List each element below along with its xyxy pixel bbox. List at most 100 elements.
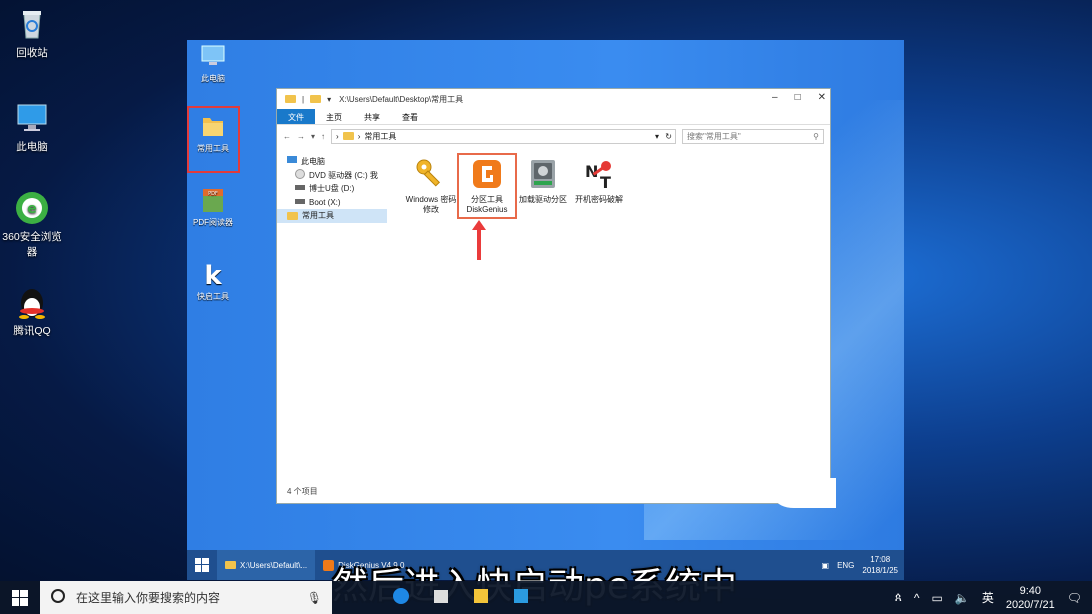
qq-icon xyxy=(14,284,50,320)
network-icon[interactable]: ▣ xyxy=(822,561,830,570)
file-item-label: 加载驱动分区 xyxy=(519,195,567,204)
search-placeholder: 搜索"常用工具" xyxy=(687,131,741,141)
ribbon-tabs: 文件 主页 共享 查看 xyxy=(277,109,830,125)
edge-icon[interactable] xyxy=(392,587,410,608)
nav-item-label: 此电脑 xyxy=(301,157,325,167)
vm-icon-k-tools[interactable]: k 快启工具 xyxy=(187,260,239,302)
nav-item-common-tools[interactable]: 常用工具 xyxy=(277,209,387,223)
taskbar-search-box[interactable]: 在这里输入你要搜索的内容 🎙 xyxy=(40,581,332,614)
host-icon-label: 回收站 xyxy=(16,47,48,59)
host-date: 2020/7/21 xyxy=(1005,598,1055,611)
pdf-icon: PDF xyxy=(199,186,227,214)
host-icon-recycle-bin[interactable]: 回收站 xyxy=(0,6,67,60)
host-system-tray: ጰ ^ ▭ 🔈 英 9:40 2020/7/21 🗨 xyxy=(895,584,1092,612)
host-icon-qq[interactable]: 腾讯QQ xyxy=(0,284,67,338)
tab-view[interactable]: 查看 xyxy=(391,109,429,124)
forward-arrow-icon[interactable]: → xyxy=(297,132,305,141)
vm-clock[interactable]: 17:08 2018/1/25 xyxy=(862,554,898,576)
tab-file[interactable]: 文件 xyxy=(277,109,315,124)
vm-icon-label: 此电脑 xyxy=(201,74,225,83)
diskgenius-icon xyxy=(469,155,505,193)
host-icon-360-browser[interactable]: e 360安全浏览器 xyxy=(0,190,67,259)
host-taskbar: 在这里输入你要搜索的内容 🎙 ጰ ^ ▭ 🔈 英 9:40 2020/7/21 … xyxy=(0,581,1092,614)
browser-360-icon: e xyxy=(14,190,50,226)
folder-icon xyxy=(199,112,227,140)
folder-icon[interactable] xyxy=(310,95,322,103)
tab-share[interactable]: 共享 xyxy=(353,109,391,124)
file-item-load-driver[interactable]: 加载驱动分区 xyxy=(515,155,571,217)
nav-item-this-pc[interactable]: 此电脑 xyxy=(287,155,387,169)
vm-icon-label: PDF阅读器 xyxy=(193,218,233,227)
file-item-label: 开机密码破解 xyxy=(575,195,623,204)
store-icon[interactable] xyxy=(432,587,450,608)
explorer-titlebar: | ▾ X:\Users\Default\Desktop\常用工具 – □ ✕ xyxy=(277,89,830,109)
search-icon[interactable]: ⚲ xyxy=(813,132,819,141)
computer-icon xyxy=(199,42,227,70)
refresh-icon[interactable]: ↻ xyxy=(665,132,672,141)
taskbar-search-placeholder: 在这里输入你要搜索的内容 xyxy=(76,591,221,605)
app-icon[interactable] xyxy=(472,587,490,608)
quick-access-divider: | xyxy=(302,94,305,104)
file-item-diskgenius[interactable]: 分区工具 DiskGenius xyxy=(457,153,517,219)
file-item-windows-password[interactable]: Windows 密码修改 xyxy=(403,155,459,217)
vm-time: 17:08 xyxy=(870,555,891,564)
cortana-icon[interactable] xyxy=(50,588,66,607)
computer-icon xyxy=(287,156,297,167)
windows-logo-icon xyxy=(195,558,209,572)
vm-icon-label: 快启工具 xyxy=(197,292,229,301)
vm-icon-label: 常用工具 xyxy=(197,144,229,153)
vm-date: 2018/1/25 xyxy=(862,566,898,575)
nav-item-dvd[interactable]: DVD 驱动器 (C:) 我 xyxy=(287,169,387,183)
maximize-icon[interactable]: □ xyxy=(795,92,801,103)
drive-icon xyxy=(295,184,305,193)
host-clock[interactable]: 9:40 2020/7/21 xyxy=(1006,584,1055,612)
volume-icon[interactable]: 🔈 xyxy=(955,591,970,605)
vm-lang[interactable]: ENG xyxy=(837,561,854,570)
file-item-label: Windows 密码修改 xyxy=(405,195,457,214)
computer-icon xyxy=(14,100,50,136)
host-icon-label: 此电脑 xyxy=(16,141,48,153)
vm-icon-this-pc[interactable]: 此电脑 xyxy=(187,42,239,84)
file-item-password-crack[interactable]: NT 开机密码破解 xyxy=(571,155,627,217)
host-time: 9:40 xyxy=(1019,584,1041,597)
nav-item-label: DVD 驱动器 (C:) 我 xyxy=(309,170,378,180)
chevron-up-icon[interactable]: ^ xyxy=(914,591,920,605)
address-dropdown-icon[interactable]: ▾ xyxy=(655,132,659,141)
address-bar[interactable]: › › 常用工具 ▾ ↻ xyxy=(331,128,676,144)
windows-logo-icon xyxy=(12,589,28,606)
dvd-icon xyxy=(295,169,305,181)
nav-item-usb[interactable]: 博士U盘 (D:) xyxy=(287,182,387,196)
svg-text:T: T xyxy=(600,173,611,191)
vm-icon-pdf-reader[interactable]: PDF PDF阅读器 xyxy=(187,186,239,228)
ime-indicator[interactable]: 英 xyxy=(982,589,994,606)
vm-start-button[interactable] xyxy=(187,558,217,572)
window-title: X:\Users\Default\Desktop\常用工具 xyxy=(339,94,464,104)
history-dropdown-icon[interactable]: ▾ xyxy=(311,132,315,141)
minimize-icon[interactable]: – xyxy=(772,92,778,103)
tab-home[interactable]: 主页 xyxy=(315,109,353,124)
nav-item-boot[interactable]: Boot (X:) xyxy=(287,196,387,210)
folder-icon xyxy=(342,132,354,140)
vm-taskbar-explorer[interactable]: X:\Users\Default\... xyxy=(217,550,316,580)
vm-system-tray: ▣ ENG 17:08 2018/1/25 xyxy=(822,554,905,576)
up-arrow-icon[interactable]: ↑ xyxy=(321,132,325,141)
notification-icon[interactable]: 🗨 xyxy=(1067,591,1082,605)
status-bar-count: 4 个项目 xyxy=(287,487,318,496)
network-icon[interactable]: ▭ xyxy=(932,591,943,605)
host-icon-this-pc[interactable]: 此电脑 xyxy=(0,100,67,154)
vm-icon-common-tools[interactable]: 常用工具 xyxy=(187,112,239,154)
close-icon[interactable]: ✕ xyxy=(818,92,826,103)
microphone-icon[interactable]: 🎙 xyxy=(307,591,322,605)
people-icon[interactable]: ጰ xyxy=(895,590,902,605)
back-arrow-icon[interactable]: ← xyxy=(283,132,291,141)
hdd-icon xyxy=(525,155,561,193)
folder-icon xyxy=(225,561,236,569)
start-button[interactable] xyxy=(0,581,40,614)
recycle-bin-icon xyxy=(14,6,50,42)
app-icon[interactable] xyxy=(512,587,530,608)
k-app-icon: k xyxy=(199,260,227,291)
search-input[interactable]: 搜索"常用工具" ⚲ xyxy=(682,128,824,144)
folder-icon xyxy=(285,95,296,103)
dropdown-icon[interactable]: ▾ xyxy=(327,95,331,104)
svg-text:e: e xyxy=(27,201,37,217)
